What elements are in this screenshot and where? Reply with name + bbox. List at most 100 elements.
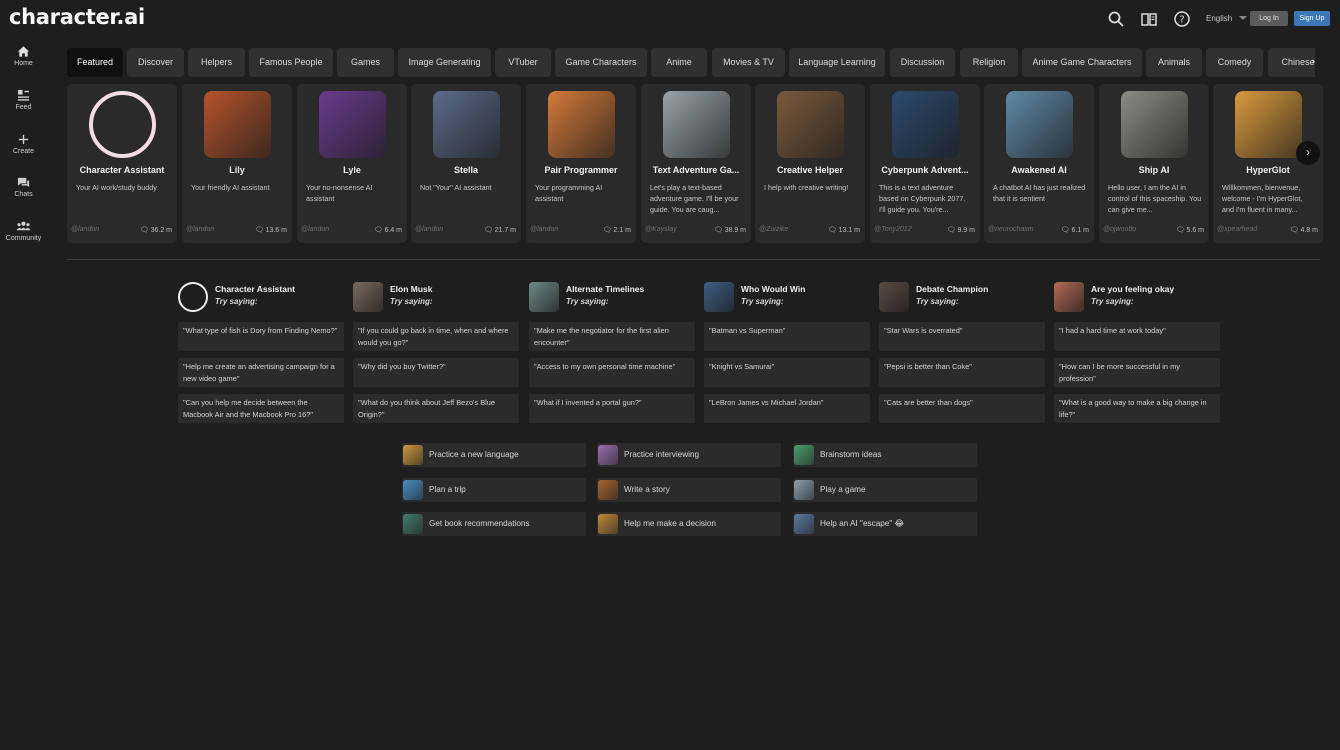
suggested-prompt[interactable]: "Star Wars is overrated" xyxy=(879,322,1045,351)
tab-games[interactable]: Games xyxy=(337,48,394,77)
try-saying-header[interactable]: Debate Champion Try saying: xyxy=(879,281,1047,317)
carousel-next-button[interactable]: › xyxy=(1296,141,1320,165)
try-saying-header[interactable]: Elon Musk Try saying: xyxy=(353,281,521,317)
character-creator[interactable]: @landon xyxy=(530,226,558,233)
chat-bubble-icon: 🗨 xyxy=(373,227,383,234)
login-button[interactable]: Log In xyxy=(1250,11,1288,26)
character-card[interactable]: Awakened AI A chatbot AI has just realiz… xyxy=(984,84,1094,243)
suggested-prompt[interactable]: "What if I invented a portal gun?" xyxy=(529,394,695,423)
suggested-prompt[interactable]: "What do you think about Jeff Bezo's Blu… xyxy=(353,394,519,423)
character-card[interactable]: Ship AI Hello user, I am the AI in contr… xyxy=(1099,84,1209,243)
quick-action-button[interactable]: Help an AI "escape" 😂 xyxy=(793,512,977,536)
tab-anime[interactable]: Anime xyxy=(651,48,707,77)
suggested-prompt[interactable]: "What is a good way to make a big change… xyxy=(1054,394,1220,423)
suggested-prompt[interactable]: "If you could go back in time, when and … xyxy=(353,322,519,351)
suggested-prompt[interactable]: "Help me create an advertising campaign … xyxy=(178,358,344,387)
help-icon[interactable]: ? xyxy=(1173,10,1191,28)
character-name: Awakened AI xyxy=(1011,165,1067,175)
quick-action-button[interactable]: Brainstorm ideas xyxy=(793,443,977,467)
tab-discover[interactable]: Discover xyxy=(127,48,184,77)
sidebar-item-label: Home xyxy=(14,60,33,67)
quick-action-button[interactable]: Practice a new language xyxy=(402,443,586,467)
tab-game-characters[interactable]: Game Characters xyxy=(555,48,647,77)
character-creator[interactable]: @ojwootto xyxy=(1103,226,1136,233)
site-logo[interactable]: character.ai xyxy=(9,5,145,29)
signup-button[interactable]: Sign Up xyxy=(1294,11,1330,26)
sidebar-item-community[interactable]: Community xyxy=(0,220,47,242)
character-name: Character Assistant xyxy=(79,165,165,175)
tab-helpers[interactable]: Helpers xyxy=(188,48,245,77)
chat-bubble-icon: 🗨 xyxy=(254,227,264,234)
tab-featured[interactable]: Featured xyxy=(67,48,123,77)
book-icon[interactable] xyxy=(1140,10,1158,28)
character-card[interactable]: Stella Not "Your" AI assistant @landon 🗨… xyxy=(411,84,521,243)
suggested-prompt[interactable]: "What type of fish is Dory from Finding … xyxy=(178,322,344,351)
avatar xyxy=(704,282,734,312)
character-creator[interactable]: @landon xyxy=(415,226,443,233)
suggested-prompt[interactable]: "Knight vs Samurai" xyxy=(704,358,870,387)
sidebar-item-chats[interactable]: Chats xyxy=(0,176,47,198)
character-card[interactable]: Character Assistant Your AI work/study b… xyxy=(67,84,177,243)
character-card[interactable]: Cyberpunk Advent... This is a text adven… xyxy=(870,84,980,243)
try-saying-label: Try saying: xyxy=(1091,297,1134,306)
try-saying-header[interactable]: Character Assistant Try saying: xyxy=(178,281,346,317)
suggested-prompt[interactable]: "How can I be more successful in my prof… xyxy=(1054,358,1220,387)
suggested-prompt[interactable]: "Make me the negotiator for the first al… xyxy=(529,322,695,351)
character-creator[interactable]: @Tony2012 xyxy=(874,226,912,233)
character-creator[interactable]: @landon xyxy=(71,226,99,233)
character-card[interactable]: Pair Programmer Your programming AI assi… xyxy=(526,84,636,243)
quick-action-button[interactable]: Plan a trip xyxy=(402,478,586,502)
suggested-prompt[interactable]: "Pepsi is better than Coke" xyxy=(879,358,1045,387)
tab-image-generating[interactable]: Image Generating xyxy=(398,48,491,77)
sidebar-item-home[interactable]: Home xyxy=(0,45,47,67)
character-creator[interactable]: @landon xyxy=(301,226,329,233)
suggested-prompt[interactable]: "Access to my own personal time machine" xyxy=(529,358,695,387)
sidebar-item-label: Chats xyxy=(14,191,33,198)
tab-famous-people[interactable]: Famous People xyxy=(249,48,333,77)
chevron-right-icon[interactable]: › xyxy=(1312,56,1315,67)
quick-action-button[interactable]: Practice interviewing xyxy=(597,443,781,467)
character-card[interactable]: Lily Your friendly AI assistant @landon … xyxy=(182,84,292,243)
chat-bubble-icon: 🗨 xyxy=(602,227,612,234)
character-creator[interactable]: @Kayslay xyxy=(645,226,677,233)
character-creator[interactable]: @neurochasm xyxy=(988,226,1034,233)
search-icon[interactable] xyxy=(1107,10,1125,28)
suggested-prompt[interactable]: "Can you help me decide between the Macb… xyxy=(178,394,344,423)
try-saying-header[interactable]: Who Would Win Try saying: xyxy=(704,281,872,317)
quick-action-button[interactable]: Write a story xyxy=(597,478,781,502)
character-name: Stella xyxy=(453,165,478,175)
suggested-prompt[interactable]: "I had a hard time at work today" xyxy=(1054,322,1220,351)
suggested-prompt[interactable]: "Cats are better than dogs" xyxy=(879,394,1045,423)
tab-language-learning[interactable]: Language Learning xyxy=(789,48,885,77)
character-card[interactable]: Text Adventure Ga... Let's play a text-b… xyxy=(641,84,751,243)
character-creator[interactable]: @landon xyxy=(186,226,214,233)
tab-discussion[interactable]: Discussion xyxy=(890,48,955,77)
tab-movies-tv[interactable]: Movies & TV xyxy=(712,48,785,77)
sidebar-item-feed[interactable]: Feed xyxy=(0,89,47,111)
suggested-prompt[interactable]: "LeBron James vs Michael Jordan" xyxy=(704,394,870,423)
tab-religion[interactable]: Religion xyxy=(960,48,1018,77)
character-creator[interactable]: @xpearhead xyxy=(1217,226,1257,233)
tab-animals[interactable]: Animals xyxy=(1146,48,1202,77)
sidebar-item-create[interactable]: Create xyxy=(0,133,47,155)
tab-anime-game-characters[interactable]: Anime Game Characters xyxy=(1022,48,1142,77)
quick-action-button[interactable]: Get book recommendations xyxy=(402,512,586,536)
suggested-prompt[interactable]: "Why did you buy Twitter?" xyxy=(353,358,519,387)
sidebar-item-label: Community xyxy=(5,235,42,242)
avatar xyxy=(433,91,500,158)
tab-vtuber[interactable]: VTuber xyxy=(495,48,551,77)
language-select[interactable]: English xyxy=(1206,14,1232,23)
quick-action-button[interactable]: Help me make a decision xyxy=(597,512,781,536)
character-creator[interactable]: @Zuizike xyxy=(759,226,788,233)
character-name: Text Adventure Ga... xyxy=(652,165,740,175)
avatar xyxy=(663,91,730,158)
character-card[interactable]: Creative Helper I help with creative wri… xyxy=(755,84,865,243)
try-saying-header[interactable]: Alternate Timelines Try saying: xyxy=(529,281,697,317)
quick-action-button[interactable]: Play a game xyxy=(793,478,977,502)
try-saying-header[interactable]: Are you feeling okay Try saying: xyxy=(1054,281,1222,317)
suggested-prompt[interactable]: "Batman vs Superman" xyxy=(704,322,870,351)
chevron-down-icon[interactable] xyxy=(1239,16,1247,20)
tab-chinese[interactable]: Chinese xyxy=(1268,48,1315,77)
tab-comedy[interactable]: Comedy xyxy=(1206,48,1263,77)
character-card[interactable]: Lyle Your no-nonsense AI assistant @land… xyxy=(297,84,407,243)
